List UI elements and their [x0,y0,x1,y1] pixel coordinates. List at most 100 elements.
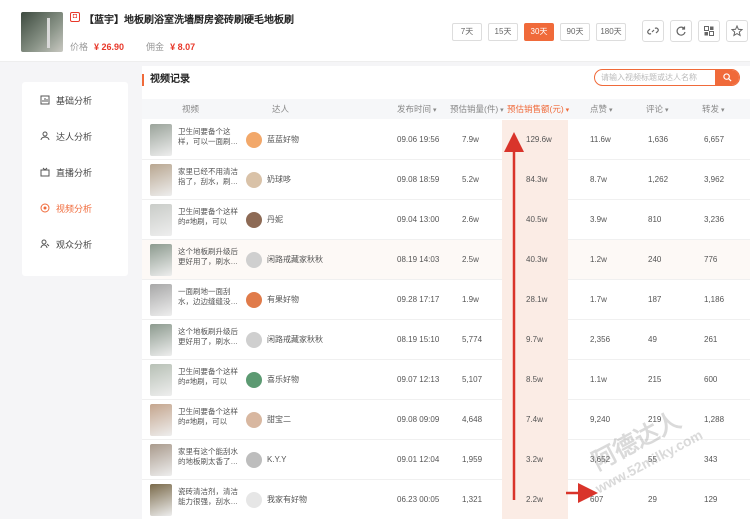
sidebar-item[interactable]: 达人分析 [22,126,128,146]
column-header[interactable]: 点赞 ▾ [590,99,613,119]
cell-revenue: 9.7w [526,335,543,344]
search-input[interactable] [601,70,711,85]
avatar[interactable] [246,212,262,228]
video-thumbnail[interactable] [150,204,172,236]
sort-icon[interactable]: ▾ [665,101,669,121]
refresh-icon[interactable] [670,20,692,42]
video-thumbnail[interactable] [150,484,172,516]
cell-shares: 129 [704,495,718,504]
avatar[interactable] [246,292,262,308]
anchor-name[interactable]: K.Y.Y [267,440,286,480]
column-header[interactable]: 预估销售额(元) ▾ [507,99,569,119]
column-header[interactable]: 发布时间 ▾ [397,99,437,119]
video-description[interactable]: 这个地板刷升级后更好用了，刷水… [178,247,242,269]
table-row[interactable]: 卫生间要备个这样的#地刷，可以一… 甜宝二 09.08 09:09 4,648 7.4w… [142,400,750,440]
column-header[interactable]: 预估销量(件) ▾ [450,99,504,119]
column-header-label: 达人 [272,104,290,114]
anchor-name[interactable]: 甜宝二 [267,400,291,440]
video-thumbnail[interactable] [150,404,172,436]
anchor-name[interactable]: 奶球哆 [267,160,291,200]
avatar[interactable] [246,332,262,348]
table-row[interactable]: 家里已经不用清洁指了，刮水，刷… 奶球哆 09.08 18:59 5.2w 84.3w 8… [142,160,750,200]
table-row[interactable]: 卫生间要备个这样，可以一面刷… 蓝蓝好物 09.06 19:56 7.9w 129.6w… [142,120,750,160]
search-button[interactable] [715,70,739,85]
sidebar-item[interactable]: 视频分析 [22,198,128,218]
commission-label: 佣金 [146,42,165,52]
avatar[interactable] [246,492,262,508]
sidebar-item-label: 观众分析 [56,239,93,250]
product-title[interactable]: 【蓝宇】地板刷浴室洗墙厨房瓷砖刷硬毛地板刷 [84,11,294,26]
column-header[interactable]: 转发 ▾ [702,99,725,119]
cell-likes: 1.1w [590,375,607,384]
table-row[interactable]: 家里有这个能刮水的地板刷太香了… K.Y.Y 09.01 12:04 1,959 3.2… [142,440,750,480]
sort-icon[interactable]: ▾ [433,101,437,121]
video-thumbnail[interactable] [150,284,172,316]
table-row[interactable]: 这个地板刷升级后更好用了，刷水… 闲路戒藏家秋秋 08.19 14:03 2.5w 40… [142,240,750,280]
range-button[interactable]: 7天 [452,23,482,41]
range-button[interactable]: 15天 [488,23,518,41]
range-button[interactable]: 180天 [596,23,626,41]
video-thumbnail[interactable] [150,244,172,276]
avatar[interactable] [246,252,262,268]
anchor-name[interactable]: 闲路戒藏家秋秋 [267,240,323,280]
range-button[interactable]: 90天 [560,23,590,41]
link-icon[interactable] [642,20,664,42]
table-row[interactable]: 这个地板刷升级后更好用了，刷水… 闲路戒藏家秋秋 08.19 15:10 5,774 9… [142,320,750,360]
column-header-label: 点赞 [590,104,608,114]
anchor-name[interactable]: 蓝蓝好物 [267,120,299,160]
video-description[interactable]: 这个地板刷升级后更好用了，刷水… [178,327,242,349]
column-header: 达人 [272,99,289,119]
anchor-name[interactable]: 有果好物 [267,280,299,320]
avatar[interactable] [246,372,262,388]
sidebar-item[interactable]: 观众分析 [22,234,128,254]
star-icon[interactable] [726,20,748,42]
cell-sales: 5,107 [462,375,483,384]
toolbar [642,20,748,42]
video-description[interactable]: 瓷砖清洁剂，清洁能力很强，刮水… [178,487,242,509]
avatar[interactable] [246,132,262,148]
price-value: ¥ 26.90 [94,42,125,52]
table-row[interactable]: 瓷砖清洁剂，清洁能力很强，刮水… 我家有好物 06.23 00:05 1,321 2.2… [142,480,750,519]
cell-shares: 1,288 [704,415,725,424]
column-header[interactable]: 评论 ▾ [646,99,669,119]
cell-time: 09.06 19:56 [397,135,440,144]
sort-icon[interactable]: ▾ [566,101,570,121]
table-row[interactable]: 一面刷地一面刮水，边边缝缝没… 有果好物 09.28 17:17 1.9w 28.1w 1… [142,280,750,320]
range-button[interactable]: 30天 [524,23,554,41]
video-thumbnail[interactable] [150,164,172,196]
anchor-name[interactable]: 闲路戒藏家秋秋 [267,320,323,360]
video-description[interactable]: 卫生间要备个这样的#地刷，可以一… [178,407,242,429]
anchor-name[interactable]: 丹妮 [267,200,283,240]
anchor-name[interactable]: 喜乐好物 [267,360,299,400]
sort-icon[interactable]: ▾ [609,101,613,121]
video-thumbnail[interactable] [150,444,172,476]
anchor-name[interactable]: 我家有好物 [267,480,307,519]
table-row[interactable]: 卫生间要备个这样的#地刷，可以一… 丹妮 09.04 13:00 2.6w 40.5w 3… [142,200,750,240]
qrcode-icon[interactable] [698,20,720,42]
video-thumbnail[interactable] [150,324,172,356]
cell-likes: 9,240 [590,415,611,424]
video-thumbnail[interactable] [150,124,172,156]
avatar[interactable] [246,452,262,468]
product-thumbnail[interactable] [21,12,63,52]
user-icon [40,131,50,141]
video-description[interactable]: 卫生间要备个这样的#地刷，可以一… [178,367,242,389]
video-description[interactable]: 卫生间要备个这样的#地刷，可以一… [178,207,242,229]
column-header-label: 评论 [646,104,664,114]
video-thumbnail[interactable] [150,364,172,396]
cell-time: 09.01 12:04 [397,455,440,464]
sidebar-item[interactable]: 基础分析 [22,90,128,110]
cell-comments: 49 [648,335,657,344]
video-description[interactable]: 家里有这个能刮水的地板刷太香了… [178,447,242,469]
sort-icon[interactable]: ▾ [500,101,504,121]
table-row[interactable]: 卫生间要备个这样的#地刷，可以一… 喜乐好物 09.07 12:13 5,107 8.5… [142,360,750,400]
avatar[interactable] [246,172,262,188]
video-description[interactable]: 卫生间要备个这样，可以一面刷… [178,127,242,149]
avatar[interactable] [246,412,262,428]
cell-sales: 1,959 [462,455,483,464]
sidebar-item[interactable]: 直播分析 [22,162,128,182]
video-description[interactable]: 家里已经不用清洁指了，刮水，刷… [178,167,242,189]
cell-shares: 1,186 [704,295,725,304]
sort-icon[interactable]: ▾ [721,101,725,121]
video-description[interactable]: 一面刷地一面刮水，边边缝缝没… [178,287,242,309]
